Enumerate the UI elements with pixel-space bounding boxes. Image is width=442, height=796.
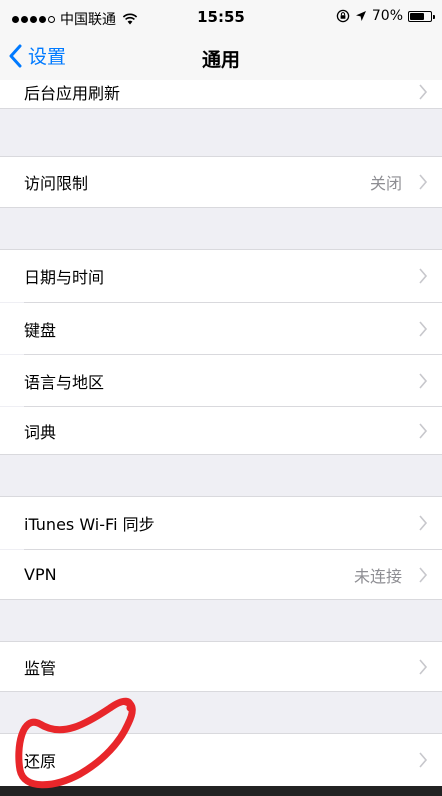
chevron-right-icon bbox=[419, 174, 428, 190]
settings-general-screen: 中国联通 15:55 70% 设置 通用 后台应用刷新 访问限制 关闭 日期与时… bbox=[0, 0, 442, 796]
battery-fill bbox=[410, 12, 424, 20]
row-label: 日期与时间 bbox=[24, 268, 105, 287]
chevron-right-icon bbox=[419, 268, 428, 284]
chevron-left-icon bbox=[9, 44, 22, 67]
row-label: 后台应用刷新 bbox=[24, 84, 121, 103]
status-left: 中国联通 bbox=[12, 9, 138, 29]
row-label: 访问限制 bbox=[24, 174, 89, 193]
signal-strength-icon bbox=[12, 15, 55, 23]
battery-icon bbox=[408, 10, 435, 22]
chevron-right-icon bbox=[419, 372, 428, 389]
divider bbox=[0, 454, 442, 455]
divider bbox=[0, 691, 442, 692]
row-reset[interactable]: 还原 bbox=[0, 734, 442, 786]
wifi-icon bbox=[122, 13, 138, 25]
chevron-right-icon bbox=[419, 752, 428, 768]
page-title: 通用 bbox=[201, 49, 240, 71]
row-date-time[interactable]: 日期与时间 bbox=[0, 250, 442, 302]
row-vpn[interactable]: VPN 未连接 bbox=[0, 550, 442, 599]
row-keyboard[interactable]: 键盘 bbox=[0, 303, 442, 354]
row-label: 词典 bbox=[24, 422, 57, 442]
row-label: 监管 bbox=[24, 658, 57, 678]
row-value: 未连接 bbox=[353, 566, 402, 586]
row-dictionary[interactable]: 词典 bbox=[0, 407, 442, 454]
chevron-right-icon bbox=[419, 566, 428, 583]
carrier-name: 中国联通 bbox=[60, 12, 116, 28]
chevron-right-icon bbox=[419, 515, 428, 531]
battery-percent: 70% bbox=[371, 8, 403, 24]
chevron-right-icon bbox=[419, 84, 428, 100]
row-restrictions[interactable]: 访问限制 关闭 bbox=[0, 157, 442, 207]
status-bar: 中国联通 15:55 70% bbox=[0, 0, 442, 36]
divider bbox=[0, 108, 442, 109]
divider bbox=[0, 207, 442, 208]
divider bbox=[0, 599, 442, 600]
row-background-app-refresh[interactable]: 后台应用刷新 bbox=[0, 80, 442, 108]
location-icon bbox=[355, 11, 366, 21]
chevron-right-icon bbox=[419, 658, 428, 675]
orientation-lock-icon bbox=[336, 9, 350, 23]
row-label: 还原 bbox=[24, 752, 57, 771]
chevron-right-icon bbox=[419, 320, 428, 337]
row-itunes-wifi-sync[interactable]: iTunes Wi-Fi 同步 bbox=[0, 497, 442, 549]
row-label: iTunes Wi-Fi 同步 bbox=[24, 515, 155, 534]
status-right: 70% bbox=[336, 8, 435, 24]
back-button-label: 设置 bbox=[28, 46, 67, 68]
row-supervision[interactable]: 监管 bbox=[0, 642, 442, 691]
chevron-right-icon bbox=[419, 422, 428, 439]
row-label: 键盘 bbox=[24, 320, 57, 340]
row-label: VPN bbox=[24, 565, 57, 584]
navigation-bar: 设置 通用 bbox=[0, 36, 442, 80]
back-button[interactable]: 设置 bbox=[8, 42, 66, 69]
bottom-edge bbox=[0, 786, 442, 796]
row-value: 关闭 bbox=[369, 174, 402, 193]
row-language-region[interactable]: 语言与地区 bbox=[0, 355, 442, 406]
row-label: 语言与地区 bbox=[24, 372, 105, 392]
